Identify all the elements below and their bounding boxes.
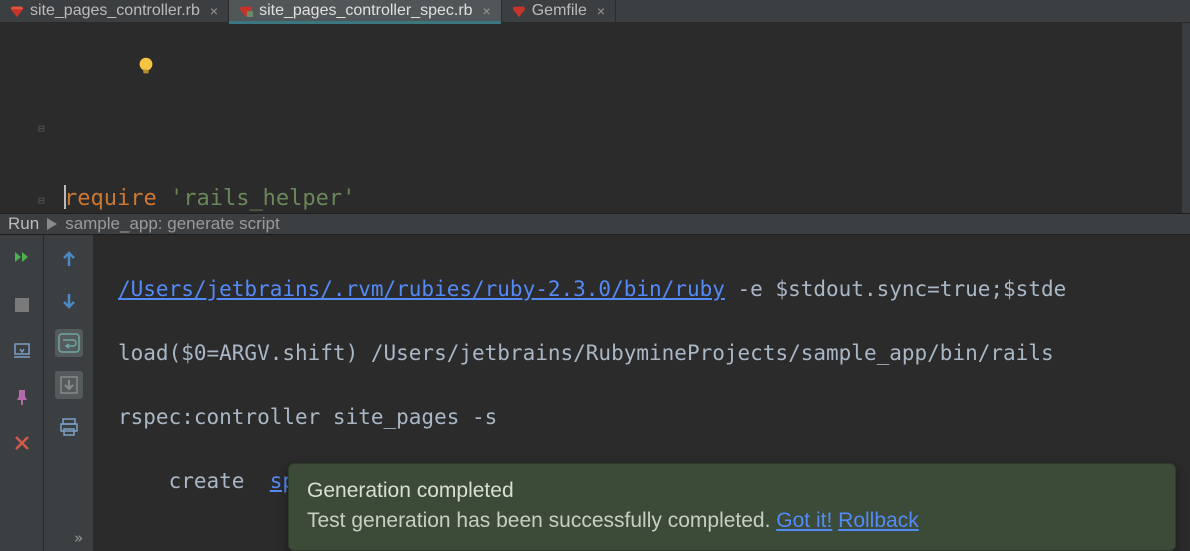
pin-button[interactable] bbox=[8, 383, 36, 411]
tab-label: Gemfile bbox=[532, 2, 587, 20]
soft-wrap-button[interactable] bbox=[55, 329, 83, 357]
intention-bulb-icon[interactable] bbox=[82, 23, 104, 39]
run-title: Run bbox=[8, 214, 39, 234]
run-toolwindow-header: Run sample_app: generate script bbox=[0, 213, 1190, 235]
editor-tabs: site_pages_controller.rb × site_pages_co… bbox=[0, 0, 1190, 23]
string-literal: 'rails_helper' bbox=[170, 186, 355, 211]
run-left-toolbar bbox=[0, 235, 44, 551]
ruby-spec-icon bbox=[239, 4, 253, 18]
console-link-ruby[interactable]: /Users/jetbrains/.rvm/rubies/ruby-2.3.0/… bbox=[118, 277, 725, 301]
code-editor[interactable]: require 'rails_helper' RSpec.describe Si… bbox=[0, 23, 1190, 213]
run-config-name: sample_app: generate script bbox=[65, 214, 280, 234]
gutter: ⊟ ⊟ bbox=[38, 23, 52, 213]
expand-toolbar-icon[interactable]: » bbox=[74, 529, 83, 547]
ruby-icon bbox=[512, 4, 526, 18]
close-run-button[interactable] bbox=[8, 429, 36, 457]
console-toolbar bbox=[44, 235, 94, 551]
ruby-icon bbox=[10, 4, 24, 18]
popup-gotit-link[interactable]: Got it! bbox=[776, 509, 832, 532]
popup-rollback-link[interactable]: Rollback bbox=[838, 509, 919, 532]
scroll-up-button[interactable] bbox=[55, 245, 83, 273]
print-button[interactable] bbox=[55, 413, 83, 441]
tab-controller[interactable]: site_pages_controller.rb × bbox=[0, 0, 229, 22]
stop-button[interactable] bbox=[8, 291, 36, 319]
keyword-require: require bbox=[64, 186, 157, 211]
play-icon bbox=[47, 218, 57, 230]
popup-body: Test generation has been successfully co… bbox=[307, 506, 1157, 536]
tab-gemfile[interactable]: Gemfile × bbox=[502, 0, 616, 22]
tab-controller-spec[interactable]: site_pages_controller_spec.rb × bbox=[229, 0, 502, 22]
tab-label: site_pages_controller.rb bbox=[30, 2, 200, 20]
rerun-button[interactable] bbox=[8, 245, 36, 273]
scroll-down-button[interactable] bbox=[55, 287, 83, 315]
fold-close-icon[interactable]: ⊟ bbox=[38, 183, 50, 195]
run-toolwindow: /Users/jetbrains/.rvm/rubies/ruby-2.3.0/… bbox=[0, 235, 1190, 551]
scroll-to-end-button[interactable] bbox=[55, 371, 83, 399]
generation-popup: Generation completed Test generation has… bbox=[288, 463, 1176, 551]
close-icon[interactable]: × bbox=[210, 3, 218, 19]
dump-threads-button[interactable] bbox=[8, 337, 36, 365]
tab-label: site_pages_controller_spec.rb bbox=[259, 2, 472, 20]
close-icon[interactable]: × bbox=[483, 3, 491, 19]
popup-title: Generation completed bbox=[307, 476, 1157, 506]
close-icon[interactable]: × bbox=[597, 3, 605, 19]
fold-open-icon[interactable]: ⊟ bbox=[38, 111, 50, 123]
